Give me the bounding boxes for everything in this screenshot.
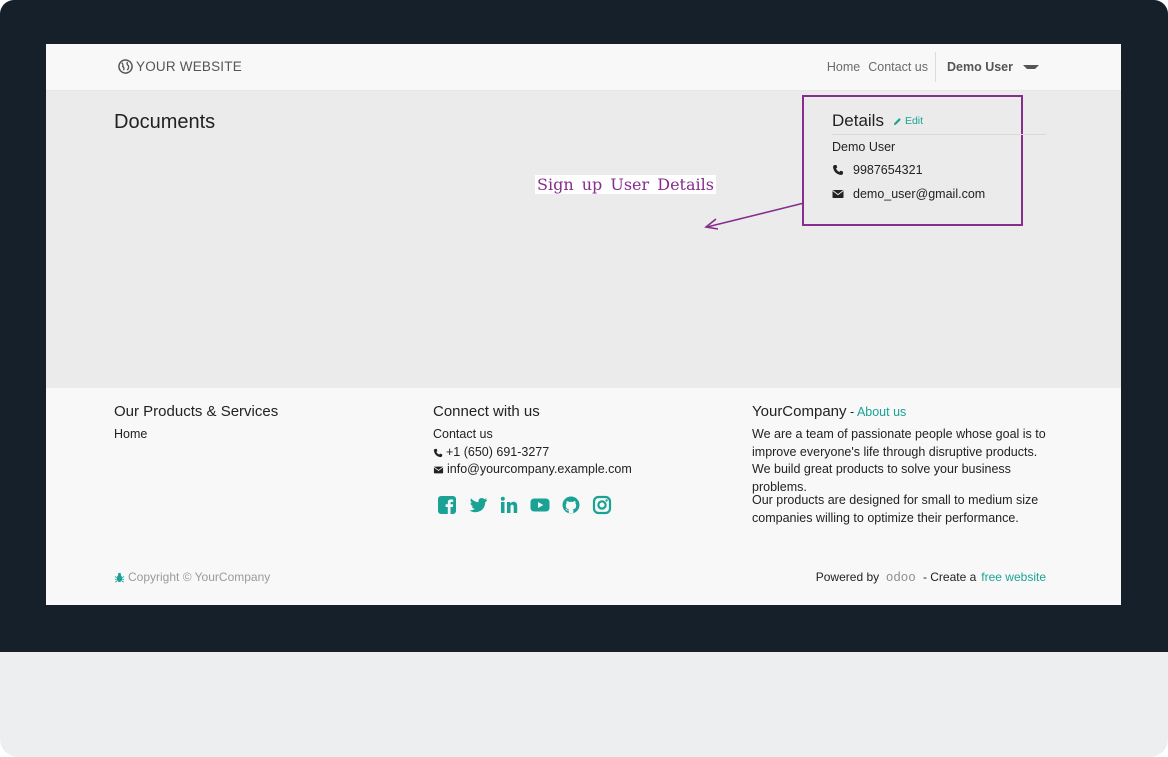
details-email-row: demo_user@gmail.com (832, 187, 985, 201)
footer-email: info@yourcompany.example.com (447, 462, 632, 476)
nav-contact-us[interactable]: Contact us (864, 60, 932, 74)
footer-about-para-1: We are a team of passionate people whose… (752, 427, 1046, 494)
top-navbar: YOUR WEBSITE Home Contact us Demo User (46, 44, 1121, 91)
nav-home[interactable]: Home (823, 60, 864, 74)
user-menu-dropdown[interactable]: Demo User (939, 60, 1039, 74)
youtube-icon[interactable] (530, 495, 550, 515)
main-content: Documents Details Edit Demo User 9987654… (46, 91, 1121, 388)
details-phone-row: 9987654321 (832, 163, 923, 177)
nav-links: Home Contact us Demo User (823, 44, 1039, 90)
details-email: demo_user@gmail.com (853, 187, 986, 201)
details-phone: 9987654321 (853, 163, 923, 177)
envelope-icon (433, 466, 444, 474)
browser-screen: YOUR WEBSITE Home Contact us Demo User D… (46, 44, 1121, 605)
brand-text: YOUR WEBSITE (136, 59, 242, 74)
annotation-arrow (704, 202, 805, 230)
globe-icon (118, 59, 133, 74)
twitter-icon[interactable] (468, 495, 488, 515)
linkedin-icon[interactable] (499, 495, 519, 515)
annotation-label: Sign up User Details (535, 175, 716, 194)
footer: Our Products & Services Home Connect wit… (46, 388, 1121, 605)
powered-by-text: Powered by (815, 570, 880, 584)
social-icons (437, 495, 612, 515)
footer-about-para-2: Our products are designed for small to m… (752, 493, 1039, 525)
footer-connect-title: Connect with us (433, 403, 540, 420)
edit-details-link[interactable]: Edit (893, 115, 923, 127)
powered-by: Powered by odoo - Create a free website (816, 570, 1046, 584)
monitor-frame: YOUR WEBSITE Home Contact us Demo User D… (0, 0, 1168, 757)
github-icon[interactable] (561, 495, 581, 515)
footer-phone-row: +1 (650) 691-3277 (433, 444, 549, 462)
free-website-link[interactable]: free website (981, 570, 1046, 584)
nav-divider (935, 52, 936, 82)
copyright-text: Copyright © YourCompany (128, 570, 271, 584)
envelope-icon (832, 190, 844, 198)
pencil-icon (893, 117, 901, 125)
footer-company-name: YourCompany (752, 403, 847, 420)
caret-down-icon (1023, 65, 1039, 69)
footer-email-row: info@yourcompany.example.com (433, 461, 632, 479)
edit-label: Edit (904, 115, 924, 127)
create-text: - Create a (922, 570, 977, 584)
brand-logo[interactable]: YOUR WEBSITE (118, 59, 242, 74)
footer-company-separator: - (846, 405, 857, 419)
footer-about-link[interactable]: About us (857, 405, 906, 419)
odoo-logo[interactable]: odoo (886, 570, 916, 584)
copyright: Copyright © YourCompany (114, 570, 270, 584)
footer-contact-link[interactable]: Contact us (433, 426, 493, 444)
footer-phone: +1 (650) 691-3277 (446, 445, 550, 459)
phone-icon (833, 165, 843, 175)
footer-company-title-row: YourCompany - About us (752, 403, 906, 420)
footer-home-link[interactable]: Home (114, 426, 147, 444)
user-name: Demo User (947, 60, 1013, 74)
instagram-icon[interactable] (592, 495, 612, 515)
bug-icon (114, 572, 125, 582)
page-title: Documents (114, 111, 216, 133)
monitor-stand (0, 652, 1168, 757)
details-user-name: Demo User (832, 140, 896, 154)
details-title: Details (832, 111, 884, 130)
facebook-icon[interactable] (437, 495, 457, 515)
details-header: Details Edit (832, 108, 1046, 135)
footer-products-title: Our Products & Services (114, 403, 279, 420)
phone-icon (433, 448, 443, 457)
